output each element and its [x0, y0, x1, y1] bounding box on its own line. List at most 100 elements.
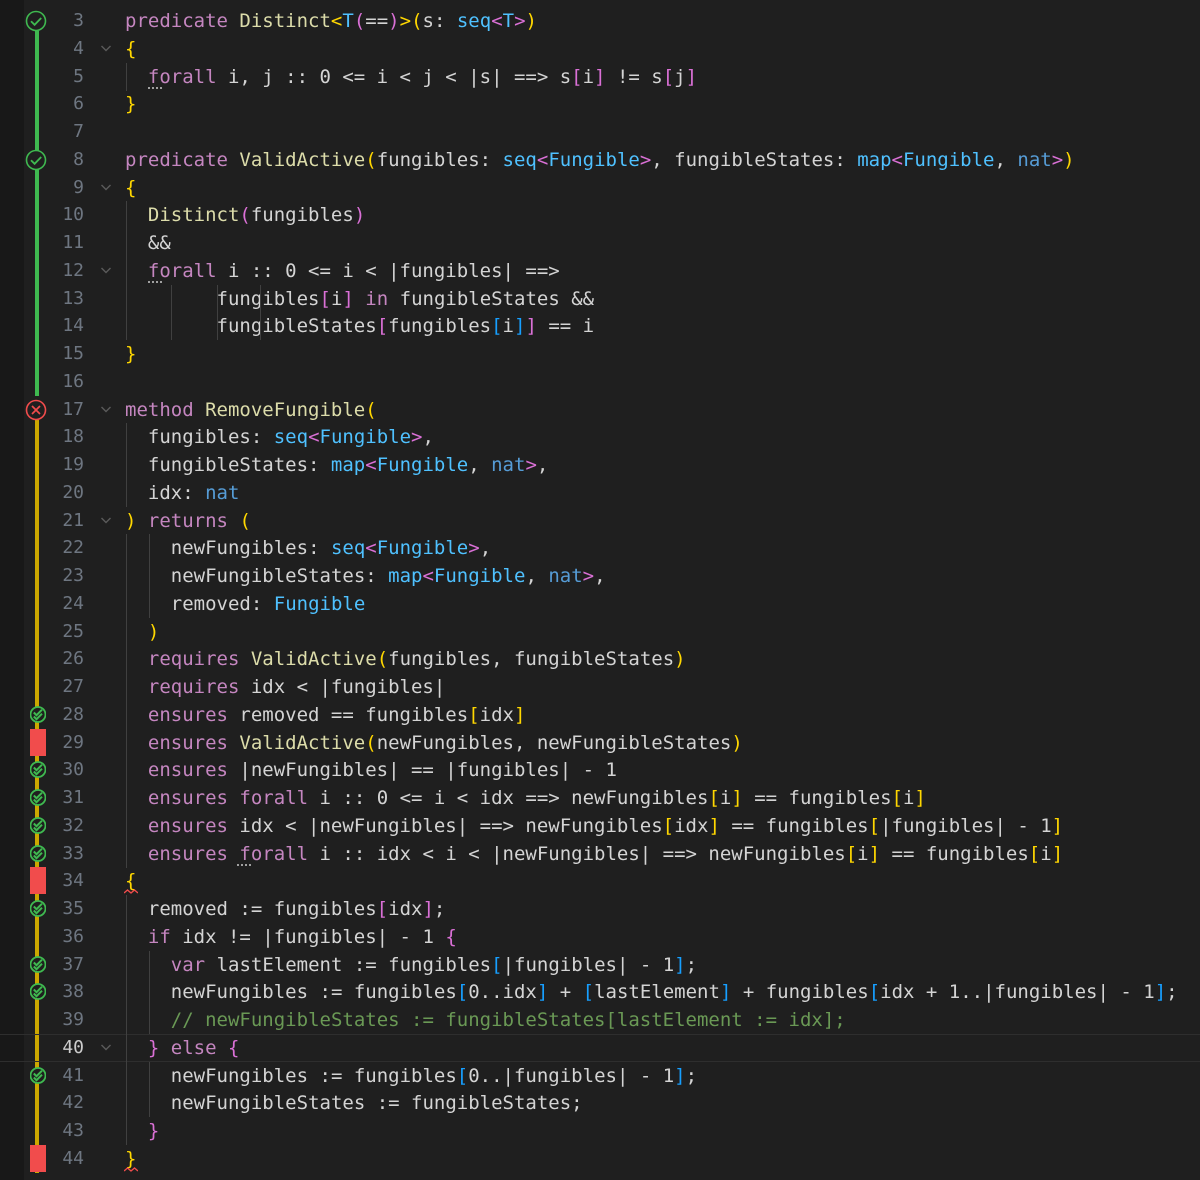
- chevron-down-icon[interactable]: [98, 40, 114, 56]
- code-line[interactable]: 43}: [0, 1117, 1200, 1145]
- code-line[interactable]: 23 newFungibleStates: map<Fungible, nat>,: [0, 562, 1200, 590]
- code-text: idx: nat: [147, 481, 240, 504]
- line-number: 16: [62, 370, 84, 392]
- code-line[interactable]: 44}: [0, 1145, 1200, 1173]
- code-line[interactable]: 12 forall i :: 0 <= i < |fungibles| ==>: [0, 256, 1200, 285]
- error-squiggle[interactable]: [124, 1166, 138, 1173]
- line-number: 19: [62, 454, 84, 475]
- line-number: 3: [73, 10, 84, 31]
- code-text: ): [147, 620, 160, 643]
- code-line[interactable]: 20 idx: nat: [0, 478, 1200, 507]
- indent-guide: [148, 1006, 150, 1034]
- code-line[interactable]: 22 newFungibles: seq<Fungible>,: [0, 534, 1200, 563]
- line-number: 18: [62, 426, 84, 448]
- indent-guide: [126, 1033, 127, 1062]
- code-line[interactable]: 33 ensures forall i :: idx < i < |newFung…: [0, 839, 1200, 868]
- indent-guide: [148, 950, 150, 979]
- indent-guide: [148, 1089, 150, 1118]
- code-line[interactable]: 19 fungibleStates: map<Fungible, nat>,: [0, 451, 1200, 479]
- indent-guide: [126, 423, 127, 452]
- code-line[interactable]: 28 ensures removed == fungibles[idx]: [0, 700, 1200, 729]
- code-line[interactable]: 26 requires ValidActive(fungibles, fungib…: [0, 645, 1200, 674]
- code-line[interactable]: 6}: [0, 90, 1200, 118]
- line-number: 21: [62, 509, 84, 531]
- indent-guide: [217, 312, 218, 341]
- code-line[interactable]: 40} else {: [0, 1033, 1200, 1062]
- code-line[interactable]: 10 Distinct(fungibles): [0, 201, 1200, 230]
- code-text: ensures forall i :: 0 <= i < idx ==> new…: [147, 787, 926, 809]
- code-text: if idx != |fungibles| - 1 {: [147, 925, 457, 948]
- code-line[interactable]: 24 removed: Fungible: [0, 589, 1200, 618]
- code-text: fungibleStates: map<Fungible, nat>,: [147, 454, 549, 476]
- indent-guide: [126, 229, 127, 257]
- code-text: ensures idx < |newFungibles| ==> newFung…: [147, 814, 1064, 837]
- chevron-down-icon[interactable]: [98, 179, 114, 195]
- code-line[interactable]: 29 ensures ValidActive(newFungibles, newF…: [0, 728, 1200, 757]
- line-number: 9: [73, 176, 84, 198]
- code-text: var lastElement := fungibles[|fungibles|…: [170, 953, 698, 976]
- indent-guide: [126, 839, 127, 868]
- info-hint-dots[interactable]: [148, 280, 162, 285]
- check-circle-icon[interactable]: [25, 10, 47, 32]
- indent-guide: [148, 1061, 150, 1090]
- code-line[interactable]: 25): [0, 617, 1200, 646]
- code-line[interactable]: 37 var lastElement := fungibles[|fungible…: [0, 950, 1200, 979]
- code-line[interactable]: 34{: [0, 867, 1200, 895]
- line-number: 23: [62, 565, 84, 586]
- code-text: fungibles[i] in fungibleStates &&: [216, 287, 595, 310]
- chevron-down-icon[interactable]: [98, 262, 114, 278]
- chevron-down-icon[interactable]: [98, 512, 114, 528]
- line-number: 28: [62, 703, 84, 725]
- code-line[interactable]: 42 newFungibleStates := fungibleStates;: [0, 1089, 1200, 1118]
- code-line[interactable]: 30 ensures |newFungibles| == |fungibles| …: [0, 756, 1200, 785]
- indent-guide: [126, 201, 127, 230]
- code-editor[interactable]: 3 predicate Distinct<T(==)>(s: seq<T>) 4{5…: [0, 0, 1200, 1180]
- line-number: 32: [62, 814, 84, 836]
- code-line[interactable]: 15}: [0, 340, 1200, 368]
- code-text: newFungibles: seq<Fungible>,: [170, 537, 492, 560]
- line-number: 30: [62, 759, 84, 781]
- indent-guide: [126, 256, 127, 285]
- code-line[interactable]: 18 fungibles: seq<Fungible>,: [0, 423, 1200, 452]
- code-line[interactable]: 39 // newFungibleStates := fungibleStates…: [0, 1006, 1200, 1034]
- info-hint-dots[interactable]: [237, 863, 251, 868]
- code-line[interactable]: 17 method RemoveFungible(: [0, 396, 1200, 424]
- code-line[interactable]: 32 ensures idx < |newFungibles| ==> newFu…: [0, 811, 1200, 840]
- code-line[interactable]: 35 removed := fungibles[idx];: [0, 895, 1200, 923]
- indent-guide: [126, 451, 127, 479]
- line-number: 38: [62, 981, 84, 1003]
- code-text: Distinct(fungibles): [147, 204, 366, 227]
- code-line[interactable]: 41 newFungibles := fungibles[0..|fungible…: [0, 1061, 1200, 1090]
- code-line[interactable]: 21) returns (: [0, 507, 1200, 535]
- code-line[interactable]: 8 predicate ValidActive(fungibles: seq<Fu…: [0, 146, 1200, 174]
- code-line[interactable]: 31 ensures forall i :: 0 <= i < idx ==> n…: [0, 784, 1200, 812]
- info-hint-dots[interactable]: [148, 86, 162, 91]
- code-line[interactable]: 11 &&: [0, 229, 1200, 257]
- line-number: 15: [62, 343, 84, 364]
- check-circle-icon[interactable]: [25, 149, 47, 171]
- code-line[interactable]: 16: [0, 368, 1200, 396]
- code-line[interactable]: 38 newFungibles := fungibles[0..idx] + [l…: [0, 978, 1200, 1007]
- code-line[interactable]: 13 fungibles[i] in fungibleStates &&: [0, 284, 1200, 313]
- indent-guide: [126, 756, 127, 785]
- indent-guide: [126, 728, 127, 757]
- code-line[interactable]: 7: [0, 118, 1200, 146]
- indent-guide: [126, 534, 127, 563]
- chevron-down-icon[interactable]: [98, 401, 114, 417]
- code-line[interactable]: 3 predicate Distinct<T(==)>(s: seq<T>): [0, 7, 1200, 35]
- error-circle-icon[interactable]: [25, 399, 47, 421]
- indent-guide: [126, 562, 127, 590]
- indent-guide: [126, 284, 127, 313]
- code-text: newFungibleStates: map<Fungible, nat>,: [170, 565, 606, 587]
- code-text: removed := fungibles[idx];: [147, 898, 446, 920]
- code-line[interactable]: 36 if idx != |fungibles| - 1 {: [0, 922, 1200, 951]
- code-line[interactable]: 9{: [0, 174, 1200, 202]
- code-text: fungibles: seq<Fungible>,: [147, 426, 434, 449]
- code-line[interactable]: 5 forall i, j :: 0 <= i < j < |s| ==> s[i…: [0, 62, 1200, 91]
- error-squiggle[interactable]: [124, 889, 138, 895]
- chevron-down-icon[interactable]: [98, 1039, 114, 1055]
- code-line[interactable]: 14 fungibleStates[fungibles[i]] == i: [0, 312, 1200, 341]
- code-line[interactable]: 4{: [0, 35, 1200, 63]
- code-line[interactable]: 27 requires idx < |fungibles|: [0, 673, 1200, 701]
- code-text: forall i, j :: 0 <= i < j < |s| ==> s[i]…: [147, 65, 698, 88]
